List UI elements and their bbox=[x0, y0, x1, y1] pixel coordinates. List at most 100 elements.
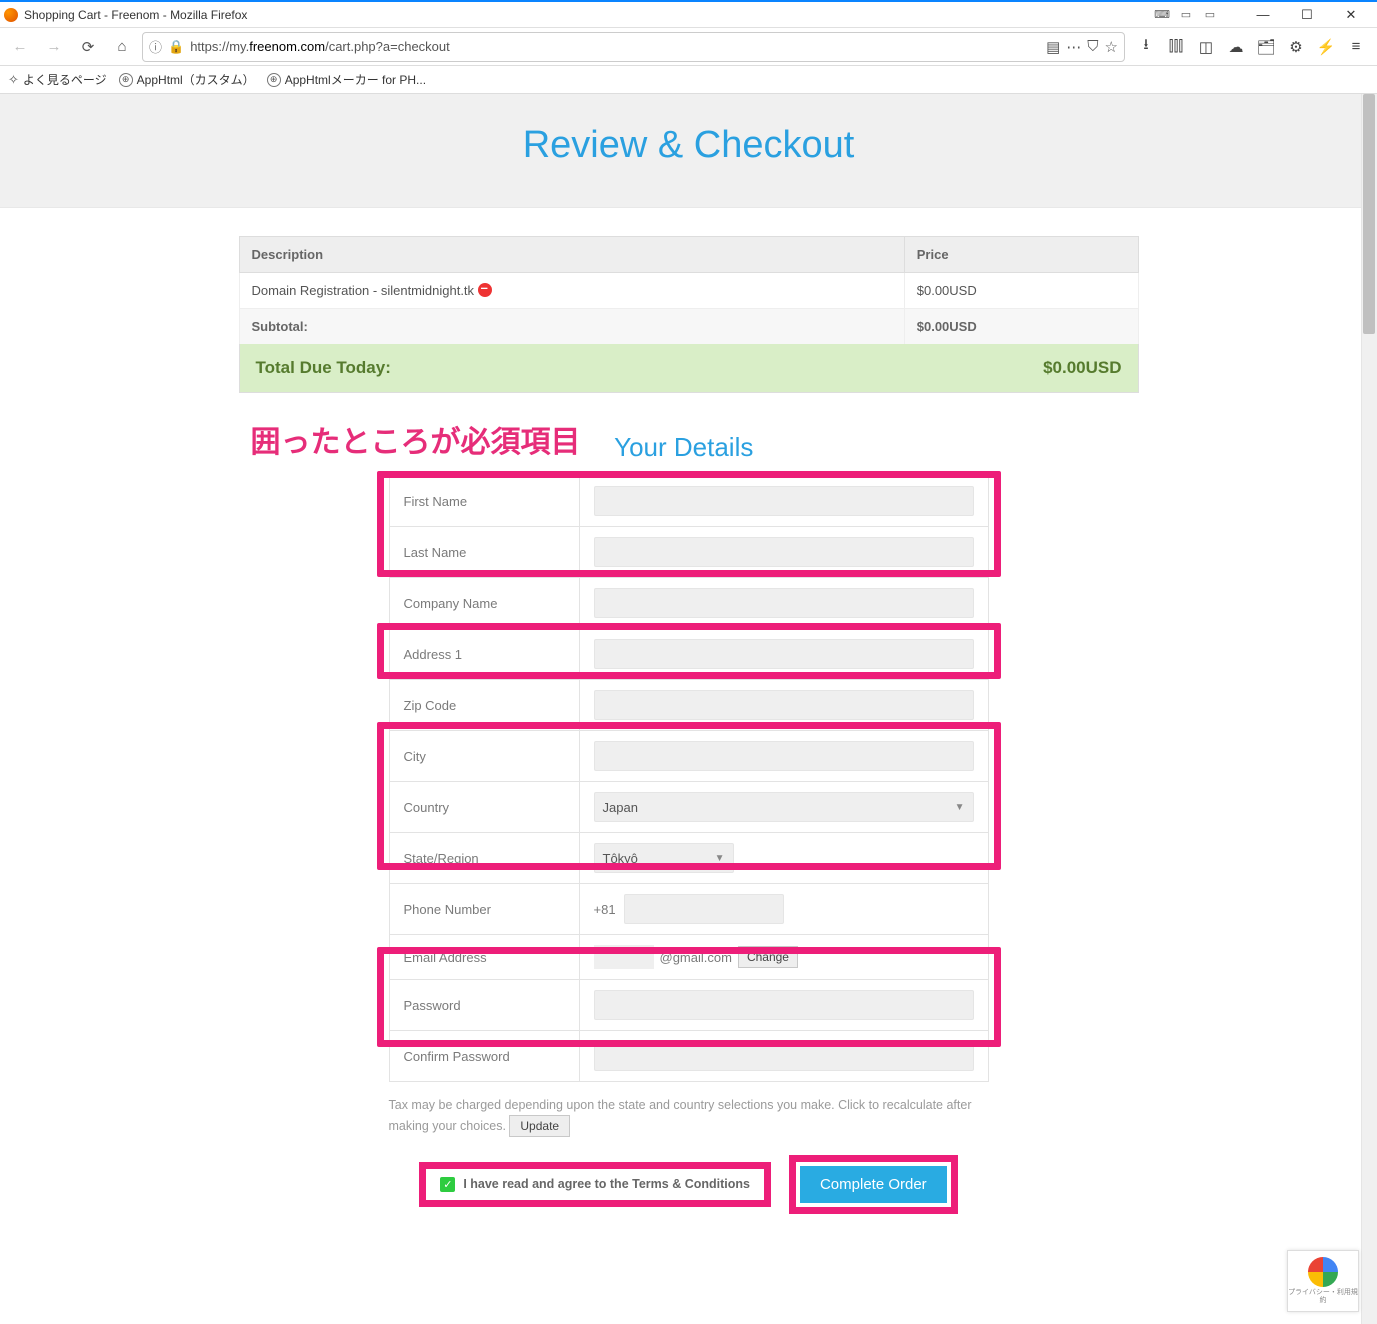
vertical-scrollbar[interactable] bbox=[1361, 94, 1377, 1324]
total-due-row: Total Due Today: $0.00USD bbox=[239, 344, 1139, 393]
site-info-icon[interactable]: ⓘ bbox=[149, 37, 162, 56]
bookmark-apphtml-maker[interactable]: ⊕ AppHtmlメーカー for PH... bbox=[267, 71, 426, 88]
flash-icon[interactable]: ⚡ bbox=[1315, 36, 1337, 58]
window-title: Shopping Cart - Freenom - Mozilla Firefo… bbox=[24, 8, 1155, 22]
state-value: Tôkyô bbox=[603, 851, 638, 866]
subtotal-row: Subtotal: $0.00USD bbox=[239, 309, 1138, 345]
tracking-shield-icon[interactable]: ⛉ bbox=[1087, 38, 1098, 55]
country-select[interactable]: Japan ▼ bbox=[594, 792, 974, 822]
cart-item-label: Domain Registration - silentmidnight.tk bbox=[252, 283, 478, 298]
label-zip: Zip Code bbox=[389, 680, 579, 731]
total-price: $0.00USD bbox=[1043, 358, 1121, 378]
firefox-icon bbox=[4, 8, 18, 22]
scrollbar-thumb[interactable] bbox=[1363, 94, 1375, 334]
update-button[interactable]: Update bbox=[509, 1115, 570, 1137]
terms-agree-box[interactable]: ✓ I have read and agree to the Terms & C… bbox=[419, 1162, 771, 1207]
subtotal-label: Subtotal: bbox=[239, 309, 904, 345]
details-form-wrap: First Name Last Name Company Name Addres… bbox=[239, 475, 1139, 1082]
reload-button[interactable]: ⟳ bbox=[74, 33, 102, 61]
bookmark-star-icon[interactable]: ☆ bbox=[1105, 38, 1118, 56]
toolbar-icons: ⭳ ⫿⫿⫿ ◫ ☁ 🗂 ⚙ ⚡ ≡ bbox=[1131, 36, 1371, 58]
extension-icon-1[interactable]: ☁ bbox=[1225, 36, 1247, 58]
back-button[interactable]: ← bbox=[6, 33, 34, 61]
extension-icon-2[interactable]: 🗂 bbox=[1255, 36, 1277, 58]
reader-mode-icon[interactable]: ▤ bbox=[1046, 38, 1060, 56]
label-password: Password bbox=[389, 980, 579, 1031]
state-select[interactable]: Tôkyô ▼ bbox=[594, 843, 734, 873]
window-close-button[interactable]: ✕ bbox=[1329, 1, 1373, 29]
last-name-field[interactable] bbox=[594, 537, 974, 567]
label-phone: Phone Number bbox=[389, 884, 579, 935]
label-address1: Address 1 bbox=[389, 629, 579, 680]
url-text: https://my.freenom.com/cart.php?a=checko… bbox=[190, 39, 1040, 54]
terms-checkbox[interactable]: ✓ bbox=[440, 1177, 455, 1192]
label-company: Company Name bbox=[389, 578, 579, 629]
label-state: State/Region bbox=[389, 833, 579, 884]
address1-field[interactable] bbox=[594, 639, 974, 669]
globe-icon: ⊕ bbox=[267, 73, 281, 87]
chevron-down-icon: ▼ bbox=[955, 802, 965, 813]
change-email-button[interactable]: Change bbox=[738, 946, 798, 968]
recaptcha-badge[interactable]: プライバシー・利用規約 bbox=[1287, 1250, 1359, 1312]
window-titlebar: Shopping Cart - Freenom - Mozilla Firefo… bbox=[0, 0, 1377, 28]
url-prefix: https://my. bbox=[190, 39, 249, 54]
complete-order-highlight: Complete Order bbox=[789, 1155, 958, 1214]
url-bar[interactable]: ⓘ 🔒 https://my.freenom.com/cart.php?a=ch… bbox=[142, 32, 1125, 62]
window-maximize-button[interactable]: ☐ bbox=[1285, 1, 1329, 29]
confirm-password-field[interactable] bbox=[594, 1041, 974, 1071]
keyboard-icon: ⌨ bbox=[1155, 8, 1169, 22]
first-name-field[interactable] bbox=[594, 486, 974, 516]
label-confirm-password: Confirm Password bbox=[389, 1031, 579, 1082]
url-host: freenom.com bbox=[249, 39, 325, 54]
email-suffix: @gmail.com bbox=[660, 950, 732, 965]
cart-item-price: $0.00USD bbox=[904, 273, 1138, 309]
home-button[interactable]: ⌂ bbox=[108, 33, 136, 61]
total-label: Total Due Today: bbox=[256, 358, 391, 378]
col-price: Price bbox=[904, 237, 1138, 273]
hamburger-menu-icon[interactable]: ≡ bbox=[1345, 36, 1367, 58]
bookmark-label: AppHtml（カスタム） bbox=[137, 71, 255, 88]
subtotal-price: $0.00USD bbox=[904, 309, 1138, 345]
url-path: /cart.php?a=checkout bbox=[325, 39, 450, 54]
page-actions-icon[interactable]: ⋯ bbox=[1066, 38, 1081, 56]
bookmarks-bar: ✧ よく見るページ ⊕ AppHtml（カスタム） ⊕ AppHtmlメーカー … bbox=[0, 66, 1377, 94]
label-email: Email Address bbox=[389, 935, 579, 980]
cart-row: Domain Registration - silentmidnight.tk … bbox=[239, 273, 1138, 309]
agree-text-pre: I have read and agree to the bbox=[463, 1177, 632, 1191]
ime-icon-1: ▭ bbox=[1179, 8, 1193, 22]
zip-code-field[interactable] bbox=[594, 690, 974, 720]
settings-gear-icon[interactable]: ⚙ bbox=[1285, 36, 1307, 58]
company-name-field[interactable] bbox=[594, 588, 974, 618]
page-content: Review & Checkout Description Price Doma… bbox=[0, 94, 1377, 1324]
bookmark-label: AppHtmlメーカー for PH... bbox=[285, 71, 426, 88]
complete-order-button[interactable]: Complete Order bbox=[800, 1166, 947, 1203]
bookmark-label: よく見るページ bbox=[23, 71, 107, 88]
phone-number-field[interactable] bbox=[624, 894, 784, 924]
label-lastname: Last Name bbox=[389, 527, 579, 578]
col-description: Description bbox=[239, 237, 904, 273]
checkout-footer: ✓ I have read and agree to the Terms & C… bbox=[389, 1155, 989, 1214]
forward-button[interactable]: → bbox=[40, 33, 68, 61]
country-value: Japan bbox=[603, 800, 638, 815]
password-field[interactable] bbox=[594, 990, 974, 1020]
tax-note: Tax may be charged depending upon the st… bbox=[389, 1096, 989, 1137]
bookmark-apphtml[interactable]: ⊕ AppHtml（カスタム） bbox=[119, 71, 255, 88]
pocket-icon[interactable]: ⭳ bbox=[1135, 36, 1157, 58]
annotation-text: 囲ったところが必須項目 bbox=[251, 417, 581, 461]
city-field[interactable] bbox=[594, 741, 974, 771]
your-details-heading: Your Details bbox=[614, 432, 753, 463]
label-firstname: First Name bbox=[389, 476, 579, 527]
email-masked bbox=[594, 945, 654, 969]
remove-item-icon[interactable] bbox=[478, 283, 492, 297]
star-icon: ✧ bbox=[8, 72, 19, 88]
bookmark-frequent[interactable]: ✧ よく見るページ bbox=[8, 71, 107, 88]
page-title: Review & Checkout bbox=[0, 124, 1377, 167]
globe-icon: ⊕ bbox=[119, 73, 133, 87]
browser-toolbar: ← → ⟳ ⌂ ⓘ 🔒 https://my.freenom.com/cart.… bbox=[0, 28, 1377, 66]
chevron-down-icon: ▼ bbox=[715, 853, 725, 864]
terms-link[interactable]: Terms & Conditions bbox=[632, 1177, 750, 1191]
sidebar-icon[interactable]: ◫ bbox=[1195, 36, 1217, 58]
window-minimize-button[interactable]: — bbox=[1241, 1, 1285, 29]
library-icon[interactable]: ⫿⫿⫿ bbox=[1165, 36, 1187, 58]
recaptcha-text: プライバシー・利用規約 bbox=[1288, 1289, 1358, 1304]
